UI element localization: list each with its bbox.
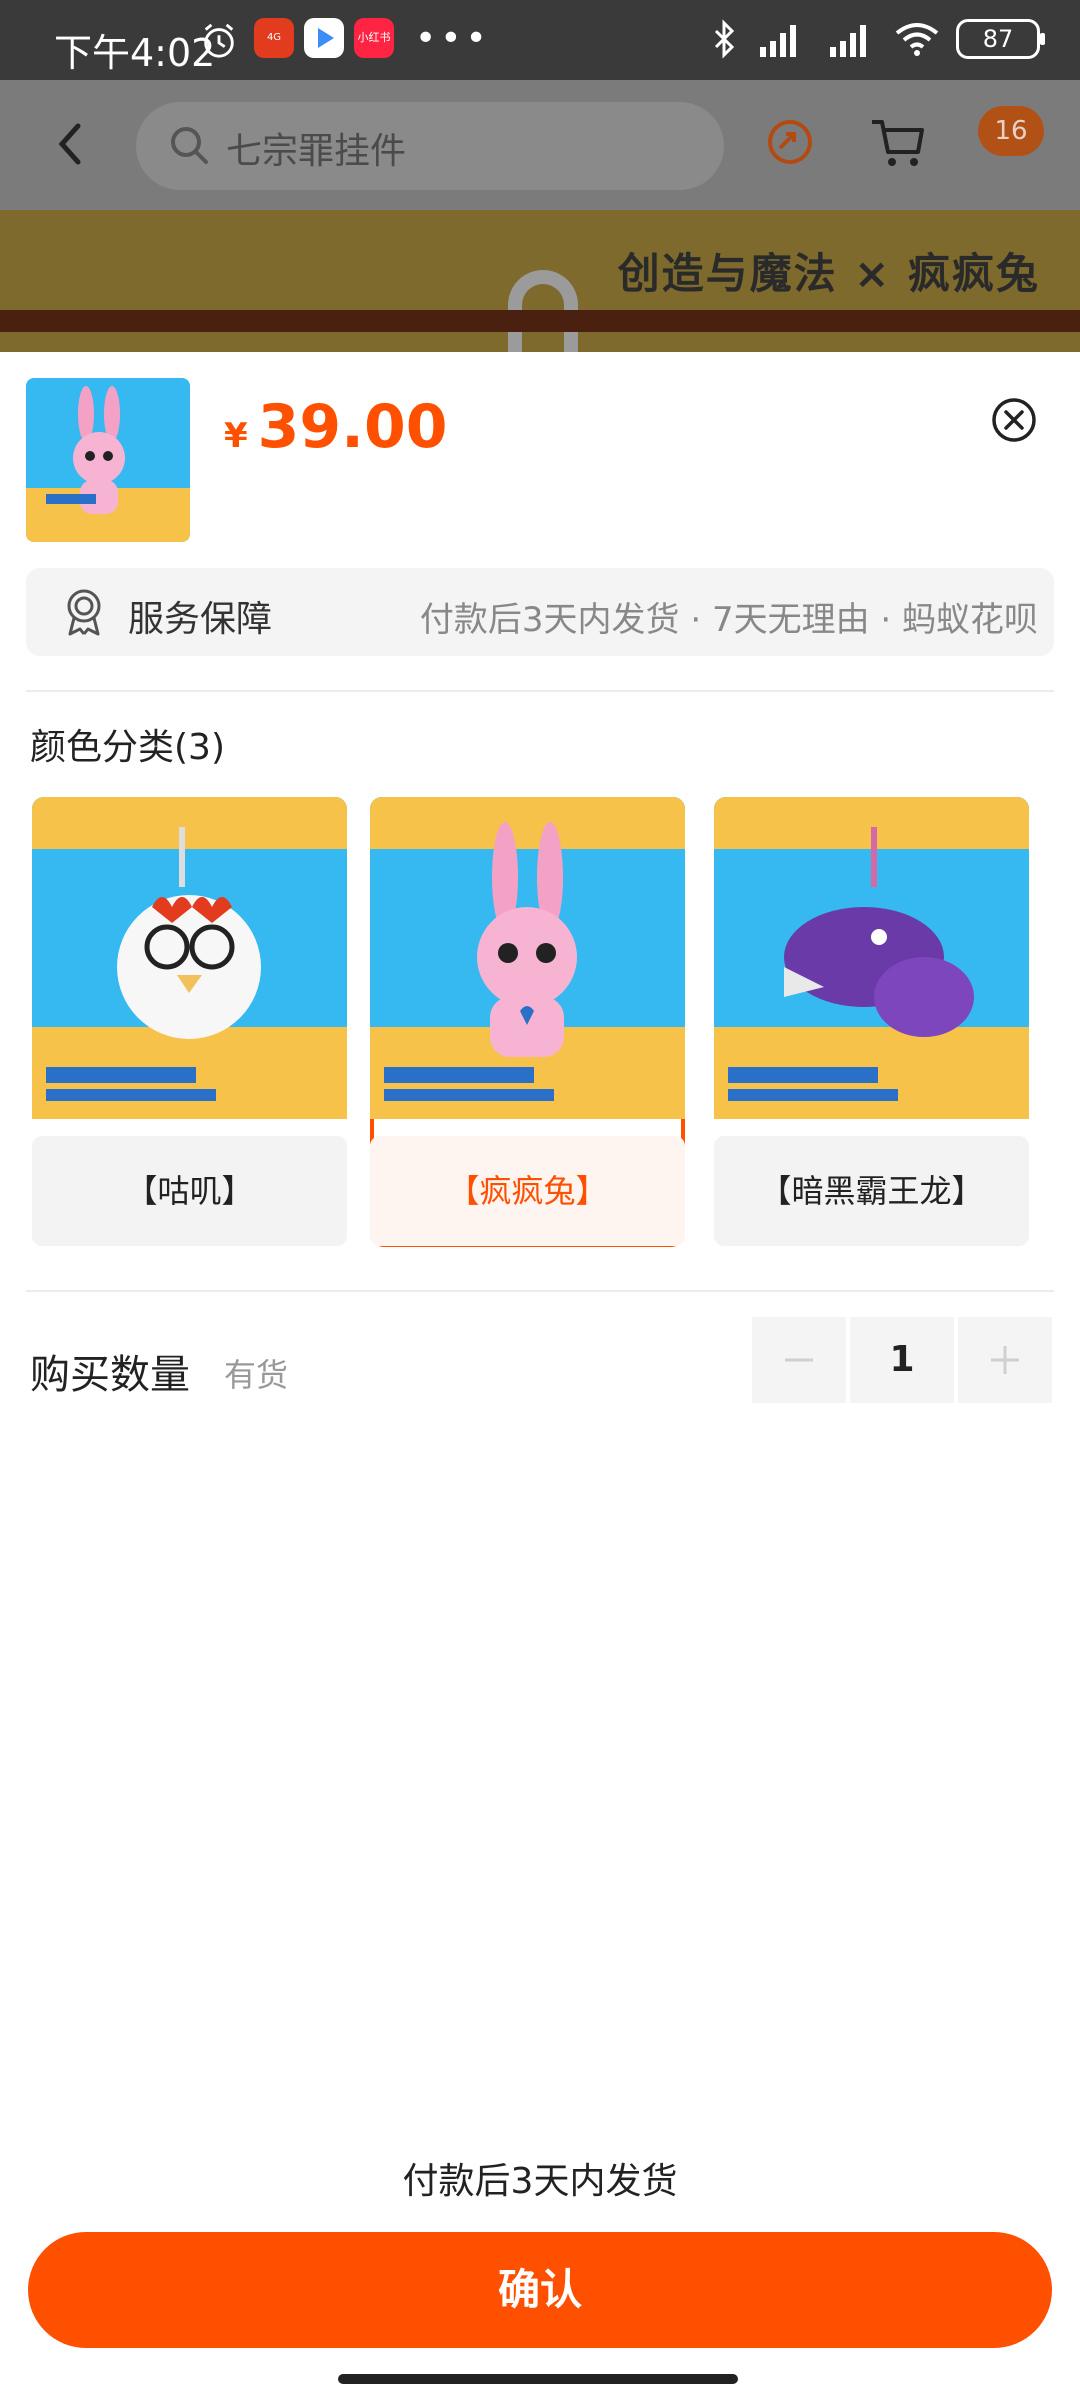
quantity-stepper: 1 (752, 1317, 1052, 1403)
banner-logo: 创造与魔法 × 疯疯兔 (617, 249, 1040, 298)
search-query: 七宗罪挂件 (226, 131, 407, 172)
divider (26, 1290, 1054, 1292)
price-currency: ¥ (224, 416, 248, 456)
divider (26, 690, 1054, 692)
signal-2-icon (830, 25, 866, 57)
price-value: 39.00 (257, 392, 448, 462)
shipping-note: 付款后3天内发货 (402, 2161, 678, 2202)
video-app-icon (304, 18, 344, 58)
option-guji[interactable]: 【咕叽】 (32, 797, 347, 1247)
alarm-icon (204, 23, 234, 58)
close-icon[interactable] (990, 396, 1038, 444)
option-label-crazy-rabbit: 【疯疯兔】 (370, 1136, 685, 1246)
option-dark-tyrannosaurus[interactable]: 【暗黑霸王龙】 (714, 797, 1029, 1247)
bluetooth-icon (714, 19, 735, 59)
status-right: 87 (712, 16, 1045, 62)
cart-badge: 16 (978, 106, 1044, 156)
status-bar: 下午4:02 4G 小红书 ••• 87 (0, 0, 1080, 80)
more-notifications-icon: ••• (415, 18, 491, 59)
minus-icon (785, 1358, 813, 1362)
plus-icon (991, 1346, 1019, 1374)
color-category-title: 颜色分类(3) (30, 727, 225, 768)
option-image-dark-tyrannosaurus (714, 797, 1029, 1119)
banner-stripe (0, 310, 1080, 332)
signal-1-icon (760, 25, 796, 57)
status-time: 下午4:02 (54, 31, 216, 75)
search-bar[interactable]: 七宗罪挂件 (136, 102, 724, 190)
sku-selector-sheet: ¥ 39.00 服务保障 付款后3天内发货 · 7天无理由 · 蚂蚁花呗 颜色分… (0, 352, 1080, 2400)
service-guarantee-row[interactable]: 服务保障 付款后3天内发货 · 7天无理由 · 蚂蚁花呗 (26, 568, 1054, 656)
option-crazy-rabbit[interactable]: 【疯疯兔】 (370, 797, 685, 1247)
option-image-crazy-rabbit (370, 797, 685, 1119)
price: ¥ 39.00 (224, 392, 447, 462)
share-icon[interactable] (758, 110, 822, 174)
service-label: 服务保障 (128, 599, 273, 640)
decrease-button[interactable] (752, 1317, 846, 1403)
stock-status: 有货 (224, 1356, 289, 1394)
quantity-title: 购买数量 (30, 1352, 190, 1398)
service-detail: 付款后3天内发货 · 7天无理由 · 蚂蚁花呗 (419, 600, 1038, 640)
option-label-guji: 【咕叽】 (32, 1136, 347, 1246)
increase-button[interactable] (958, 1317, 1052, 1403)
cart-icon[interactable] (866, 110, 930, 174)
product-banner: 创造与魔法 × 疯疯兔 (0, 210, 1080, 352)
confirm-button[interactable]: 确认 (28, 2232, 1052, 2348)
option-label-dark-tyrannosaurus: 【暗黑霸王龙】 (714, 1136, 1029, 1246)
home-indicator[interactable] (338, 2374, 738, 2384)
top-nav-bar: 七宗罪挂件 16 (0, 80, 1080, 210)
xiaohongshu-app-icon: 小红书 (354, 18, 394, 58)
battery-indicator: 87 (956, 19, 1045, 59)
quantity-value[interactable]: 1 (850, 1317, 954, 1403)
option-image-guji (32, 797, 347, 1119)
guarantee-badge-icon (67, 589, 101, 636)
app-notification-icon: 4G (254, 18, 294, 58)
search-icon (171, 127, 208, 164)
back-icon[interactable] (50, 114, 90, 174)
wifi-icon (895, 23, 939, 56)
product-thumbnail[interactable] (26, 378, 190, 542)
